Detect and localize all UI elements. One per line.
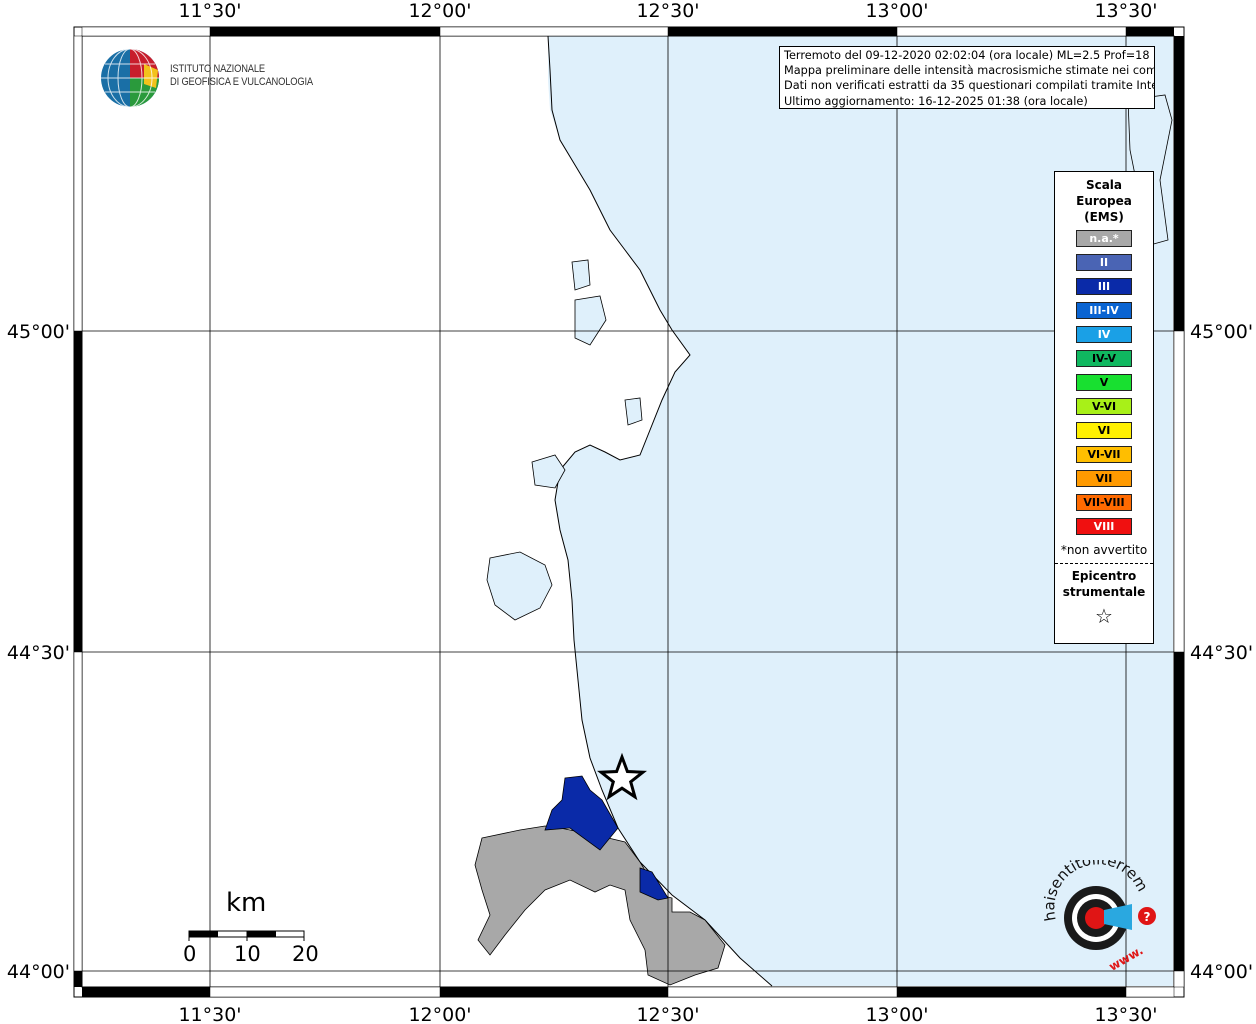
legend-item: V (1076, 374, 1132, 391)
legend-item: II (1076, 254, 1132, 271)
legend-items: n.a.* II III III-IV IV IV-V V V-VI VI VI-VII VII VI… (1055, 230, 1153, 535)
legend-item: n.a.* (1076, 230, 1132, 247)
haisentito-logo: haisentitoilterremoto.it ? www. (1031, 846, 1166, 974)
earthquake-info-box: Terremoto del 09-12-2020 02:02:04 (ora l… (779, 46, 1155, 109)
lat-label-left: 44°30' (7, 642, 70, 664)
star-icon: ☆ (1095, 604, 1113, 628)
legend-item: IV-V (1076, 350, 1132, 367)
legend-epicenter-label: Epicentro strumentale (1062, 569, 1146, 599)
scale-bar: km 0 10 20 (180, 888, 320, 968)
legend-item: VII (1076, 470, 1132, 487)
lon-label-bottom: 13°00' (865, 1004, 928, 1024)
legend-item: VI (1076, 422, 1132, 439)
lon-label-top: 11°30' (178, 0, 241, 22)
legend-item: VII-VIII (1076, 494, 1132, 511)
legend-title: Scala Europea (EMS) (1076, 178, 1132, 224)
legend-item: VIII (1076, 518, 1132, 535)
info-line: Terremoto del 09-12-2020 02:02:04 (ora l… (784, 49, 1155, 62)
ingv-logo: ISTITUTO NAZIONALE DI GEOFISICA E VULCAN… (100, 48, 340, 110)
lagoon (571, 259, 591, 291)
lon-label-bottom: 11°30' (178, 1004, 241, 1024)
lagoon (624, 397, 643, 426)
legend-note: *non avvertito (1060, 543, 1148, 557)
lon-label-top: 12°30' (636, 0, 699, 22)
legend-item: VI-VII (1076, 446, 1132, 463)
info-line: Dati non verificati estratti da 35 quest… (784, 79, 1155, 93)
lat-label-right: 44°00' (1190, 961, 1253, 983)
badge-prefix: www. (1106, 943, 1145, 972)
lon-label-bottom: 12°00' (408, 1004, 471, 1024)
scale-label: 10 (234, 942, 261, 966)
legend-item: III (1076, 278, 1132, 295)
svg-text:?: ? (1144, 910, 1151, 924)
scale-unit: km (226, 888, 267, 918)
intensity-legend: Scala Europea (EMS) n.a.* II III III-IV IV IV… (1054, 171, 1154, 644)
ingv-logo-text: ISTITUTO NAZIONALE DI GEOFISICA E VULCAN… (170, 63, 313, 88)
legend-item: IV (1076, 326, 1132, 343)
lat-label-right: 45°00' (1190, 321, 1253, 343)
lat-label-right: 44°30' (1190, 642, 1253, 664)
lon-label-bottom: 13°30' (1094, 1004, 1157, 1024)
lat-label-left: 45°00' (7, 321, 70, 343)
info-line: Ultimo aggiornamento: 16-12-2025 01:38 (… (784, 94, 1088, 108)
info-line: Mappa preliminare delle intensità macros… (784, 64, 1155, 78)
lagoon (574, 295, 607, 346)
legend-item: V-VI (1076, 398, 1132, 415)
scale-label: 20 (292, 942, 319, 966)
legend-item: III-IV (1076, 302, 1132, 319)
lagoon (486, 551, 553, 621)
legend-divider (1055, 563, 1153, 564)
lat-label-left: 44°00' (7, 961, 70, 983)
lon-label-bottom: 12°30' (636, 1004, 699, 1024)
scale-ruler (188, 930, 305, 941)
lon-label-top: 12°00' (408, 0, 471, 22)
scale-label: 0 (183, 942, 197, 966)
globe-icon (101, 48, 159, 108)
lon-label-top: 13°30' (1094, 0, 1157, 22)
lon-label-top: 13°00' (865, 0, 928, 22)
